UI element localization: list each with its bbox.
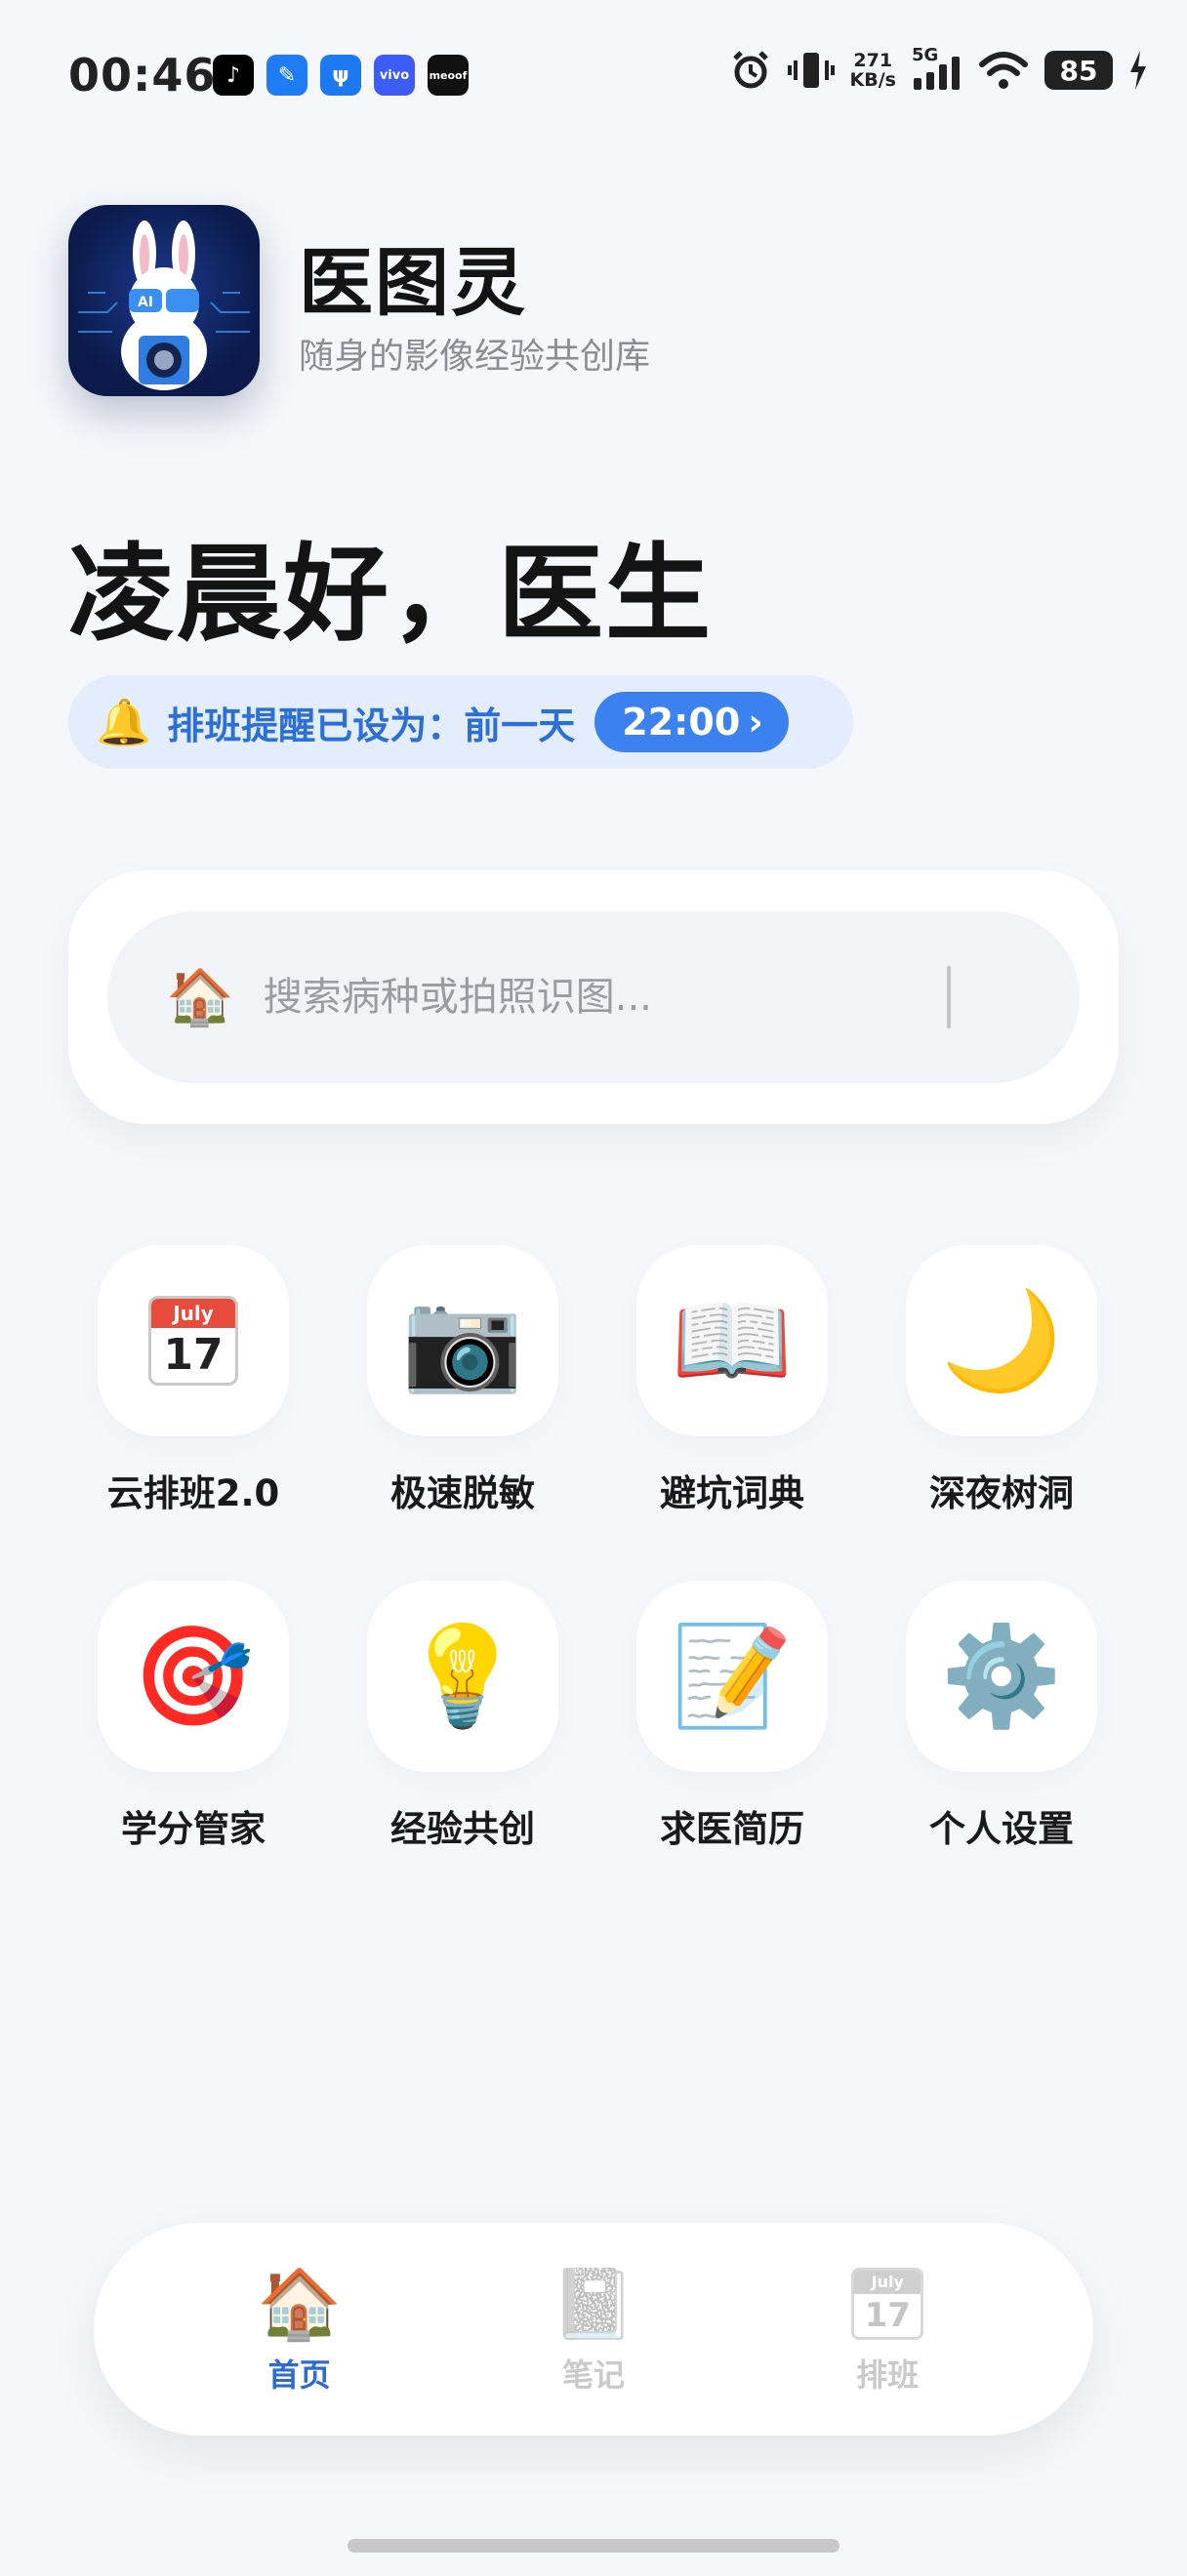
tiktok-icon: ♪: [213, 55, 254, 96]
home-indicator[interactable]: [348, 2539, 839, 2553]
feature-fast-desensitize[interactable]: 📷 极速脱敏: [328, 1245, 597, 1516]
feature-cloud-schedule[interactable]: July 17 云排班2.0: [59, 1245, 328, 1516]
rabbit-logo-icon: AI: [78, 221, 250, 390]
feature-tile: 🎯: [98, 1581, 289, 1772]
calendar-icon: July 17: [851, 2268, 924, 2340]
feature-label: 学分管家: [121, 1808, 266, 1850]
app-name: 医图灵: [299, 239, 527, 326]
feature-experience-cocreate[interactable]: 💡 经验共创: [328, 1581, 597, 1852]
search-card: 🏠: [68, 870, 1119, 1124]
feature-credit-manager[interactable]: 🎯 学分管家: [59, 1581, 328, 1852]
status-time: 00:46: [68, 49, 217, 101]
camera-icon: 📷: [401, 1283, 524, 1397]
reminder-time-value: 22:00: [622, 701, 741, 744]
notification-icons: ♪ ✎ ψ vivo meoof: [213, 55, 469, 96]
calendar-icon: July 17: [148, 1296, 238, 1386]
reminder-time-button[interactable]: 22:00 ›: [594, 692, 789, 752]
lightbulb-icon: 💡: [401, 1619, 524, 1733]
battery-indicator: 85: [1044, 51, 1113, 90]
vibrate-icon: [787, 53, 835, 88]
signal-indicator: 5G: [912, 45, 962, 92]
feature-tile: 📝: [636, 1581, 828, 1772]
nav-label: 排班: [856, 2356, 920, 2394]
camera-divider: [947, 966, 951, 1028]
app-logo: AI: [68, 205, 260, 396]
status-bar: 00:46 ♪ ✎ ψ vivo meoof 271 KB/s 5G 85: [0, 0, 1187, 156]
search-box[interactable]: 🏠: [107, 911, 1080, 1083]
feature-label: 个人设置: [929, 1808, 1074, 1850]
reminder-text: 排班提醒已设为：前一天: [167, 704, 576, 747]
feature-pitfall-dictionary[interactable]: 📖 避坑词典: [597, 1245, 867, 1516]
house-icon: 🏠: [257, 2264, 343, 2344]
wifi-icon: [979, 52, 1028, 89]
memo-icon: 📝: [671, 1619, 794, 1733]
feature-tile: 📷: [367, 1245, 558, 1436]
feature-late-night-treehole[interactable]: 🌙 深夜树洞: [867, 1245, 1136, 1516]
system-icons: 271 KB/s 5G 85: [729, 45, 1148, 92]
nav-label: 笔记: [561, 2356, 625, 2394]
schedule-reminder[interactable]: 🔔 排班提醒已设为：前一天 22:00 ›: [68, 675, 853, 769]
bell-icon: 🔔: [96, 695, 152, 748]
feature-label: 经验共创: [390, 1808, 535, 1850]
app-tagline: 随身的影像经验共创库: [299, 337, 651, 377]
feature-tile: 📖: [636, 1245, 828, 1436]
feature-label: 深夜树洞: [929, 1472, 1074, 1514]
logo-ai-text: AI: [138, 295, 153, 310]
feature-label: 云排班2.0: [106, 1472, 280, 1514]
house-icon: 🏠: [166, 966, 234, 1029]
target-icon: 🎯: [132, 1619, 255, 1733]
signal-icon: [914, 57, 960, 90]
feature-label: 极速脱敏: [390, 1472, 535, 1514]
feature-tile: ⚙️: [906, 1581, 1097, 1772]
feature-label: 避坑词典: [660, 1472, 804, 1514]
search-input[interactable]: [263, 975, 888, 1020]
crescent-moon-icon: 🌙: [940, 1283, 1063, 1397]
charging-icon: [1130, 51, 1146, 90]
meoof-icon: meoof: [428, 55, 469, 96]
notebook-icon: 📓: [551, 2264, 636, 2344]
open-book-icon: 📖: [671, 1283, 794, 1397]
greeting-title: 凌晨好，医生: [68, 534, 714, 656]
usb-icon: ψ: [320, 55, 361, 96]
gear-icon: ⚙️: [940, 1619, 1063, 1733]
bottom-nav: 🏠 首页 📓 笔记 July 17 排班: [94, 2223, 1093, 2435]
feature-label: 求医简历: [660, 1808, 804, 1850]
feature-personal-settings[interactable]: ⚙️ 个人设置: [867, 1581, 1136, 1852]
nav-tab-schedule[interactable]: July 17 排班: [790, 2263, 985, 2395]
feature-job-resume[interactable]: 📝 求医简历: [597, 1581, 867, 1852]
vivo-icon: vivo: [374, 55, 415, 96]
feature-tile: July 17: [98, 1245, 289, 1436]
alarm-icon: [732, 51, 768, 89]
app-icon: ✎: [266, 55, 307, 96]
network-speed: 271 KB/s: [849, 50, 896, 91]
nav-label: 首页: [267, 2356, 331, 2394]
feature-tile: 💡: [367, 1581, 558, 1772]
nav-tab-home[interactable]: 🏠 首页: [202, 2263, 397, 2395]
nav-tab-notes[interactable]: 📓 笔记: [496, 2263, 691, 2395]
feature-tile: 🌙: [906, 1245, 1097, 1436]
feature-grid: July 17 云排班2.0 📷 极速脱敏 📖 避坑词典 🌙 深夜树洞 🎯 学分…: [59, 1245, 1132, 1852]
chevron-right-icon: ›: [748, 701, 763, 744]
